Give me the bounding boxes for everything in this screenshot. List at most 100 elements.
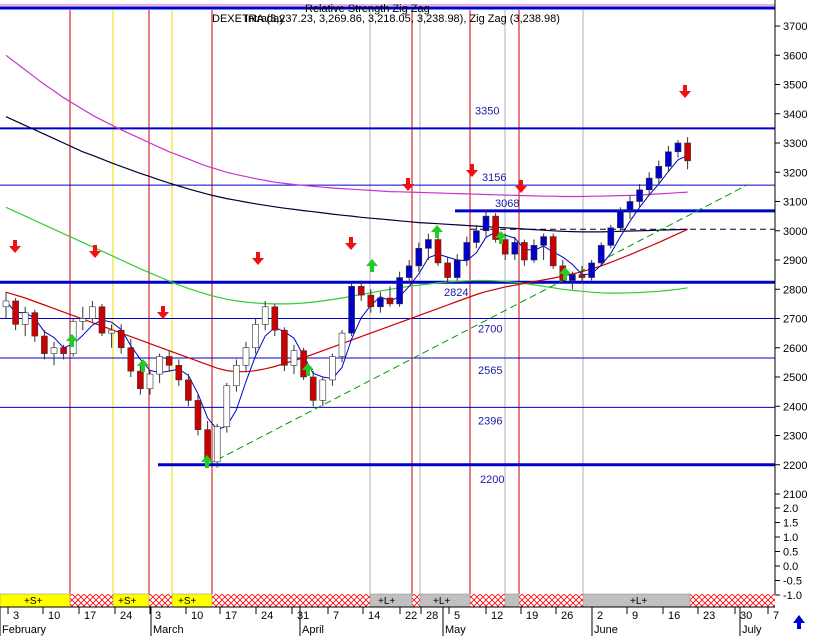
- candle-body: [319, 379, 327, 401]
- x-tick-label: 10: [48, 610, 60, 622]
- candle-body: [156, 356, 163, 375]
- candle-body: [415, 248, 423, 267]
- candle-body: [281, 329, 288, 366]
- level-label: 2200: [480, 474, 504, 486]
- candle-body: [665, 151, 672, 167]
- candle-body: [89, 306, 96, 319]
- y-tick-label: 2200: [783, 460, 807, 472]
- y-tick-label: 2500: [783, 372, 807, 384]
- candle-body: [290, 350, 298, 366]
- candle-body: [242, 347, 250, 366]
- arrow-up-icon[interactable]: [792, 614, 806, 630]
- candle-body: [261, 306, 269, 325]
- candle-body: [684, 142, 691, 162]
- candle-body: [569, 274, 576, 281]
- month-label: June: [594, 624, 618, 636]
- band-label: +L+: [378, 596, 395, 607]
- osc-tick-label: -0.5: [783, 576, 802, 588]
- ohlc-readout: DEXETRA (3,237.23, 3,269.86, 3,218.05, 3…: [212, 13, 560, 25]
- y-tick-label: 3700: [783, 21, 807, 33]
- candle-body: [31, 312, 39, 337]
- band-label: +L+: [630, 596, 647, 607]
- candle-body: [530, 245, 538, 261]
- y-tick-label: 2100: [783, 489, 807, 501]
- x-tick-label: 31: [297, 610, 309, 622]
- x-tick-label: 24: [120, 610, 132, 622]
- candle-body: [511, 242, 519, 255]
- x-tick-label: 2: [597, 610, 603, 622]
- candle-body: [607, 227, 615, 246]
- x-tick-label: 14: [368, 610, 380, 622]
- candle-body: [223, 385, 231, 428]
- month-label: February: [2, 624, 47, 636]
- candle-body: [377, 297, 384, 308]
- osc-tick-label: -1.0: [783, 590, 802, 602]
- osc-tick-label: 1.0: [783, 532, 798, 544]
- candle-body: [309, 376, 317, 401]
- candle-body: [137, 370, 144, 389]
- x-tick-label: 16: [668, 610, 680, 622]
- candle-body: [357, 286, 365, 296]
- candle-body: [367, 294, 375, 308]
- candle-body: [578, 274, 586, 278]
- candle-body: [636, 189, 643, 202]
- price-chart: 33503156306828242700256523962200 +S+ +S+ +…: [0, 0, 823, 636]
- y-tick-label: 3200: [783, 167, 807, 179]
- candle-body: [2, 300, 10, 308]
- candle-body: [549, 236, 557, 267]
- candle-body: [655, 166, 663, 179]
- level-label: 3350: [475, 105, 499, 117]
- candle-body: [453, 259, 461, 278]
- candle-body: [233, 364, 240, 387]
- osc-tick-label: 0.0: [783, 561, 798, 573]
- candle-body: [108, 329, 115, 334]
- level-label: 3068: [495, 198, 519, 210]
- y-tick-label: 2700: [783, 314, 807, 326]
- osc-tick-label: 1.5: [783, 518, 798, 530]
- y-tick-label: 3300: [783, 138, 807, 150]
- candle-body: [444, 262, 451, 278]
- band-label: +S+: [178, 596, 197, 607]
- x-tick-label: 9: [632, 610, 638, 622]
- candle-body: [386, 297, 394, 305]
- candle-body: [21, 312, 29, 325]
- candle-body: [185, 379, 192, 401]
- signal-band: +S+ +S+ +S+ +L+ +L+ +L+: [0, 593, 775, 608]
- candle-body: [645, 177, 653, 191]
- candle-body: [165, 356, 173, 366]
- candle-body: [213, 426, 221, 463]
- level-label: 2700: [478, 324, 502, 336]
- candle-body: [252, 324, 259, 349]
- y-tick-label: 3100: [783, 197, 807, 209]
- y-tick-label: 3000: [783, 226, 807, 238]
- candle-body: [626, 201, 634, 211]
- x-tick-label: 28: [426, 610, 438, 622]
- candle-body: [473, 230, 480, 243]
- month-label: July: [742, 624, 762, 636]
- y-tick-label: 2600: [783, 343, 807, 355]
- candle-body: [434, 239, 442, 264]
- candle-body: [463, 242, 471, 261]
- month-label: March: [153, 624, 184, 636]
- candle-body: [329, 356, 336, 381]
- candle-body: [482, 215, 490, 232]
- x-tick-label: 10: [191, 610, 203, 622]
- x-tick-label: 7: [773, 610, 779, 622]
- x-tick-label: 3: [155, 610, 161, 622]
- x-tick-label: 19: [526, 610, 538, 622]
- candle-body: [396, 277, 403, 305]
- y-tick-label: 3400: [783, 109, 807, 121]
- osc-tick-label: 2.0: [783, 503, 798, 515]
- level-label: 2824: [444, 287, 468, 299]
- y-tick-label: 2800: [783, 284, 807, 296]
- x-tick-label: 5: [454, 610, 460, 622]
- x-tick-label: 12: [491, 610, 503, 622]
- x-tick-label: 7: [333, 610, 339, 622]
- month-label: April: [302, 624, 324, 636]
- band-label: +L+: [433, 596, 450, 607]
- candle-body: [588, 262, 595, 278]
- candle-body: [127, 347, 135, 372]
- band-label: +S+: [24, 596, 43, 607]
- month-label: May: [445, 624, 466, 636]
- x-tick-label: 23: [703, 610, 715, 622]
